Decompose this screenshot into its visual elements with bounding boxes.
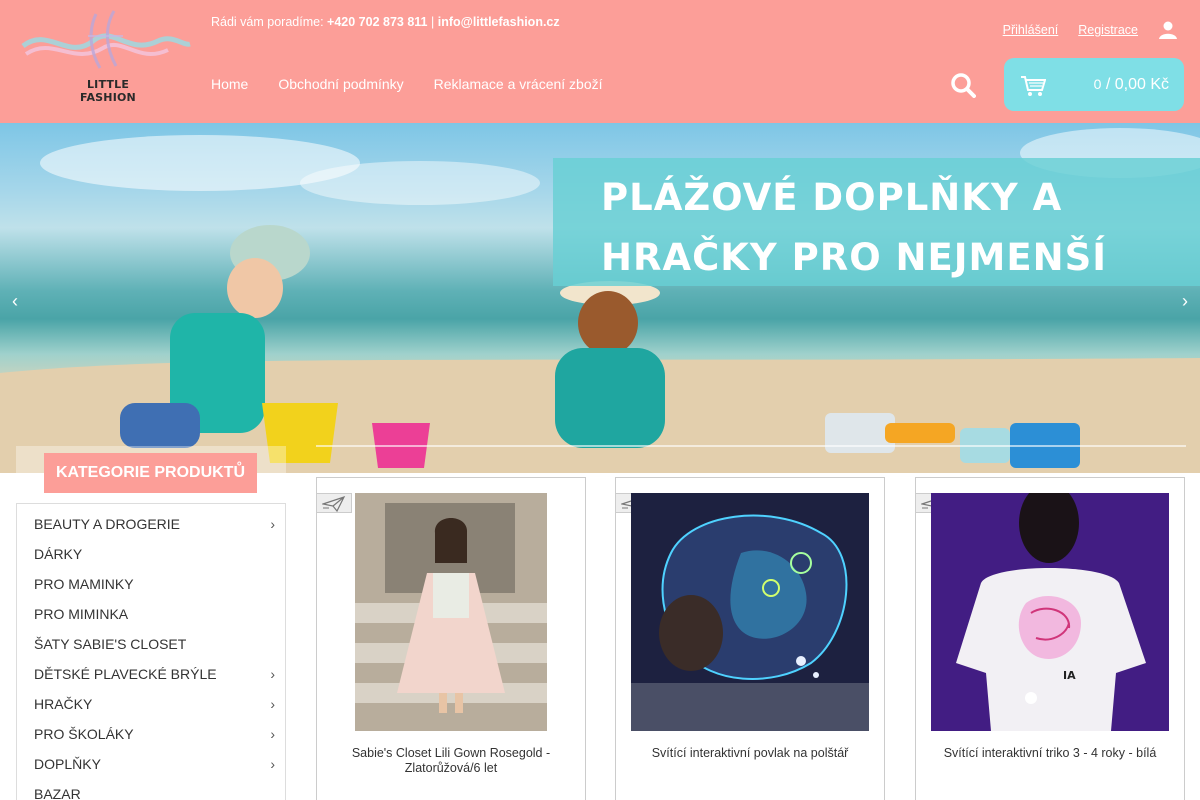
category-title: KATEGORIE PRODUKTŮ [44,453,257,493]
contact-separator: | [430,15,435,29]
category-item-bazaar[interactable]: BAZAR [17,779,285,800]
category-item-moms[interactable]: PRO MAMINKY [17,569,285,599]
email-link[interactable]: info@littlefashion.cz [438,15,560,29]
chevron-right-icon: › [270,696,275,712]
nav-home[interactable]: Home [211,76,248,92]
category-label: HRAČKY [34,696,93,712]
cart-count: 0 [1093,76,1102,92]
category-label: BAZAR [34,786,81,800]
category-label: PRO MAMINKY [34,576,134,592]
banner-line-2: HRAČKY PRO NEJMENŠÍ [601,236,1108,279]
user-icon[interactable] [1158,20,1178,40]
hero-banner[interactable]: PLÁŽOVÉ DOPLŇKY A HRAČKY PRO NEJMENŠÍ ‹ … [0,123,1200,473]
girl-dress-image [355,493,547,731]
product-name[interactable]: Svítící interaktivní povlak na polštář [626,746,874,761]
category-item-swim-goggles[interactable]: DĚTSKÉ PLAVECKÉ BRÝLE › [17,659,285,689]
category-label: BEAUTY A DROGERIE [34,516,181,532]
register-link[interactable]: Registrace [1078,23,1138,37]
site-logo[interactable]: LITTLE FASHION [18,6,193,104]
main-nav: Home Obchodní podmínky Reklamace a vráce… [211,76,603,92]
cart-button[interactable]: 0 / 0,00 Kč [1004,58,1184,111]
category-label: DÁRKY [34,546,83,562]
slider-prev-icon[interactable]: ‹ [8,291,22,311]
slider-progress-bar [316,445,1186,447]
cart-separator: / [1105,76,1111,93]
logo-text: LITTLE FASHION [80,78,136,104]
login-link[interactable]: Přihlášení [1003,23,1059,37]
category-item-babies[interactable]: PRO MIMINKA [17,599,285,629]
contact-info: Rádi vám poradíme: +420 702 873 811 | in… [211,15,560,29]
nav-terms[interactable]: Obchodní podmínky [278,76,403,92]
glowing-pillow-image [631,493,869,731]
banner-line-1: PLÁŽOVÉ DOPLŇKY A [601,176,1063,219]
product-name[interactable]: Sabie's Closet Lili Gown Rosegold - Zlat… [327,746,575,776]
product-image[interactable] [631,493,869,731]
nav-returns[interactable]: Reklamace a vrácení zboží [434,76,603,92]
chevron-right-icon: › [270,726,275,742]
category-item-school[interactable]: PRO ŠKOLÁKY › [17,719,285,749]
cart-total: 0,00 Kč [1114,76,1169,93]
product-tag [316,493,352,513]
category-item-toys[interactable]: HRAČKY › [17,689,285,719]
category-label: DOPLŇKY [34,756,101,772]
category-label: DĚTSKÉ PLAVECKÉ BRÝLE [34,666,217,682]
site-header: LITTLE FASHION Rádi vám poradíme: +420 7… [0,0,1200,123]
category-item-sabies-closet[interactable]: ŠATY SABIE'S CLOSET [17,629,285,659]
category-item-accessories[interactable]: DOPLŇKY › [17,749,285,779]
chevron-right-icon: › [270,756,275,772]
product-card[interactable]: Sabie's Closet Lili Gown Rosegold - Zlat… [316,477,586,800]
contact-prefix: Rádi vám poradíme: [211,15,324,29]
phone-number[interactable]: +420 702 873 811 [327,15,427,29]
chevron-right-icon: › [270,666,275,682]
product-name[interactable]: Svítící interaktivní triko 3 - 4 roky - … [926,746,1174,761]
paper-plane-icon [322,496,346,512]
logo-ribbon-icon [21,10,191,69]
search-icon[interactable] [950,72,976,98]
category-label: PRO MIMINKA [34,606,129,622]
slider-next-icon[interactable]: › [1178,291,1192,311]
category-item-beauty[interactable]: BEAUTY A DROGERIE › [17,509,285,539]
product-card[interactable]: Svítící interaktivní povlak na polštář [615,477,885,800]
cart-summary: 0 / 0,00 Kč [1094,76,1169,94]
product-image[interactable]: IA [931,493,1169,731]
glowing-tshirt-image: IA [931,493,1169,731]
banner-headline: PLÁŽOVÉ DOPLŇKY A HRAČKY PRO NEJMENŠÍ [553,158,1200,286]
product-card[interactable]: IA Svítící interaktivní triko 3 - 4 roky… [915,477,1185,800]
category-label: PRO ŠKOLÁKY [34,726,134,742]
user-links: Přihlášení Registrace [1003,20,1178,40]
svg-text:IA: IA [1063,669,1076,682]
shopping-cart-icon [1021,76,1046,96]
chevron-right-icon: › [270,516,275,532]
category-item-gifts[interactable]: DÁRKY [17,539,285,569]
category-label: ŠATY SABIE'S CLOSET [34,636,187,652]
product-image[interactable] [355,493,547,731]
category-list: BEAUTY A DROGERIE › DÁRKY PRO MAMINKY PRO… [16,503,286,800]
